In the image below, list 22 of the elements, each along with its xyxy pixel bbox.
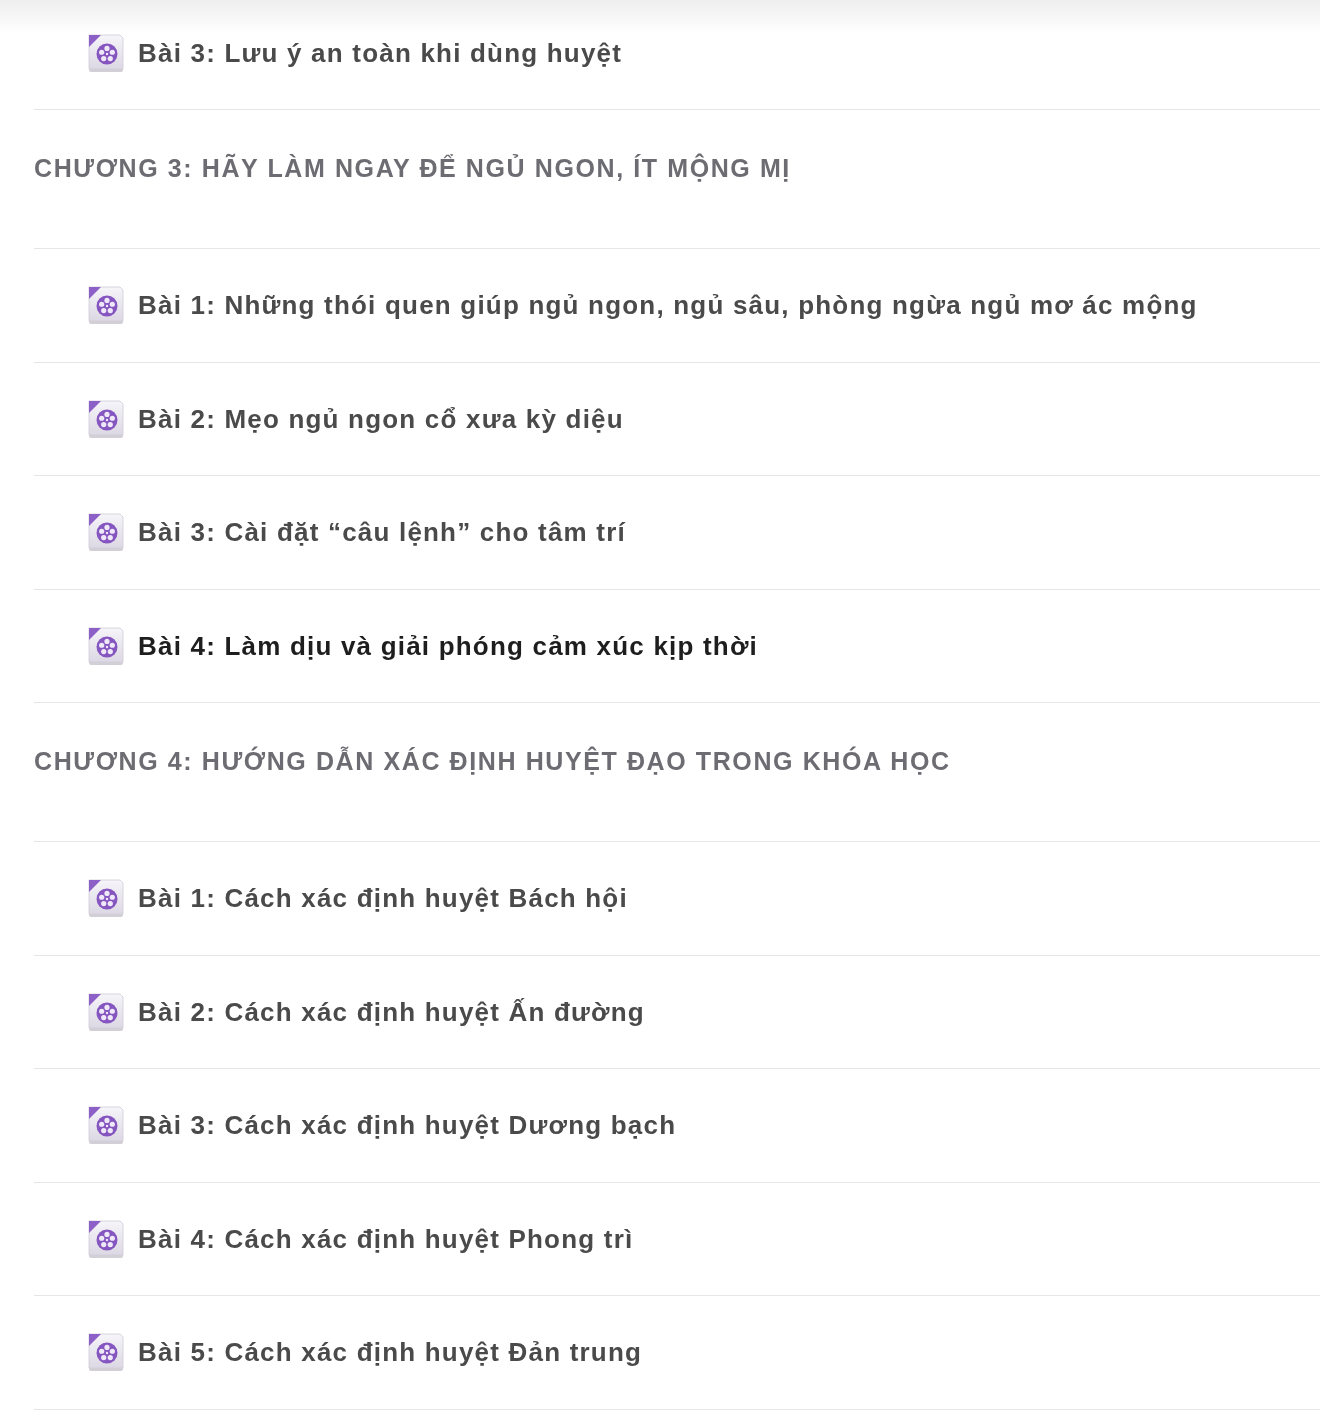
lesson-link[interactable]: Bài 4: Cách xác định huyệt Phong trì xyxy=(138,1222,634,1255)
film-file-icon xyxy=(87,878,125,919)
film-file-icon xyxy=(87,1332,125,1373)
film-file-icon xyxy=(87,285,125,326)
lesson-link[interactable]: Bài 5: Cách xác định huyệt Đản trung xyxy=(138,1336,643,1369)
lesson-link[interactable]: Bài 2: Mẹo ngủ ngon cổ xưa kỳ diệu xyxy=(138,402,624,435)
film-file-icon xyxy=(87,398,125,439)
lesson-link[interactable]: Bài 3: Cách xác định huyệt Dương bạch xyxy=(138,1109,677,1142)
lesson-link[interactable]: Bài 1: Cách xác định huyệt Bách hội xyxy=(138,882,628,915)
lesson-link[interactable]: Bài 2: Cách xác định huyệt Ấn đường xyxy=(138,995,645,1028)
film-file-icon xyxy=(87,991,125,1032)
film-file-icon xyxy=(87,1218,125,1259)
lesson-link[interactable]: Bài 1: Những thói quen giúp ngủ ngon, ngủ sâu, phòng ngừa ngủ mơ ác mộng xyxy=(138,289,1198,322)
film-file-icon xyxy=(87,625,125,666)
chapter-heading: CHƯƠNG 4: HƯỚNG DẪN XÁC ĐỊNH HUYỆT ĐẠO TRONG KHÓA HỌC xyxy=(34,745,951,777)
film-file-icon xyxy=(87,1105,125,1146)
chapter-heading: CHƯƠNG 3: HÃY LÀM NGAY ĐỂ NGỦ NGON, ÍT MỘNG MỊ xyxy=(34,152,791,184)
lesson-link[interactable]: Bài 4: Làm dịu và giải phóng cảm xúc kịp thời xyxy=(138,629,759,662)
film-file-icon xyxy=(87,32,125,73)
film-file-icon xyxy=(87,512,125,553)
lesson-link[interactable]: Bài 3: Cài đặt “câu lệnh” cho tâm trí xyxy=(138,516,626,549)
lesson-link[interactable]: Bài 3: Lưu ý an toàn khi dùng huyệt xyxy=(138,36,623,69)
